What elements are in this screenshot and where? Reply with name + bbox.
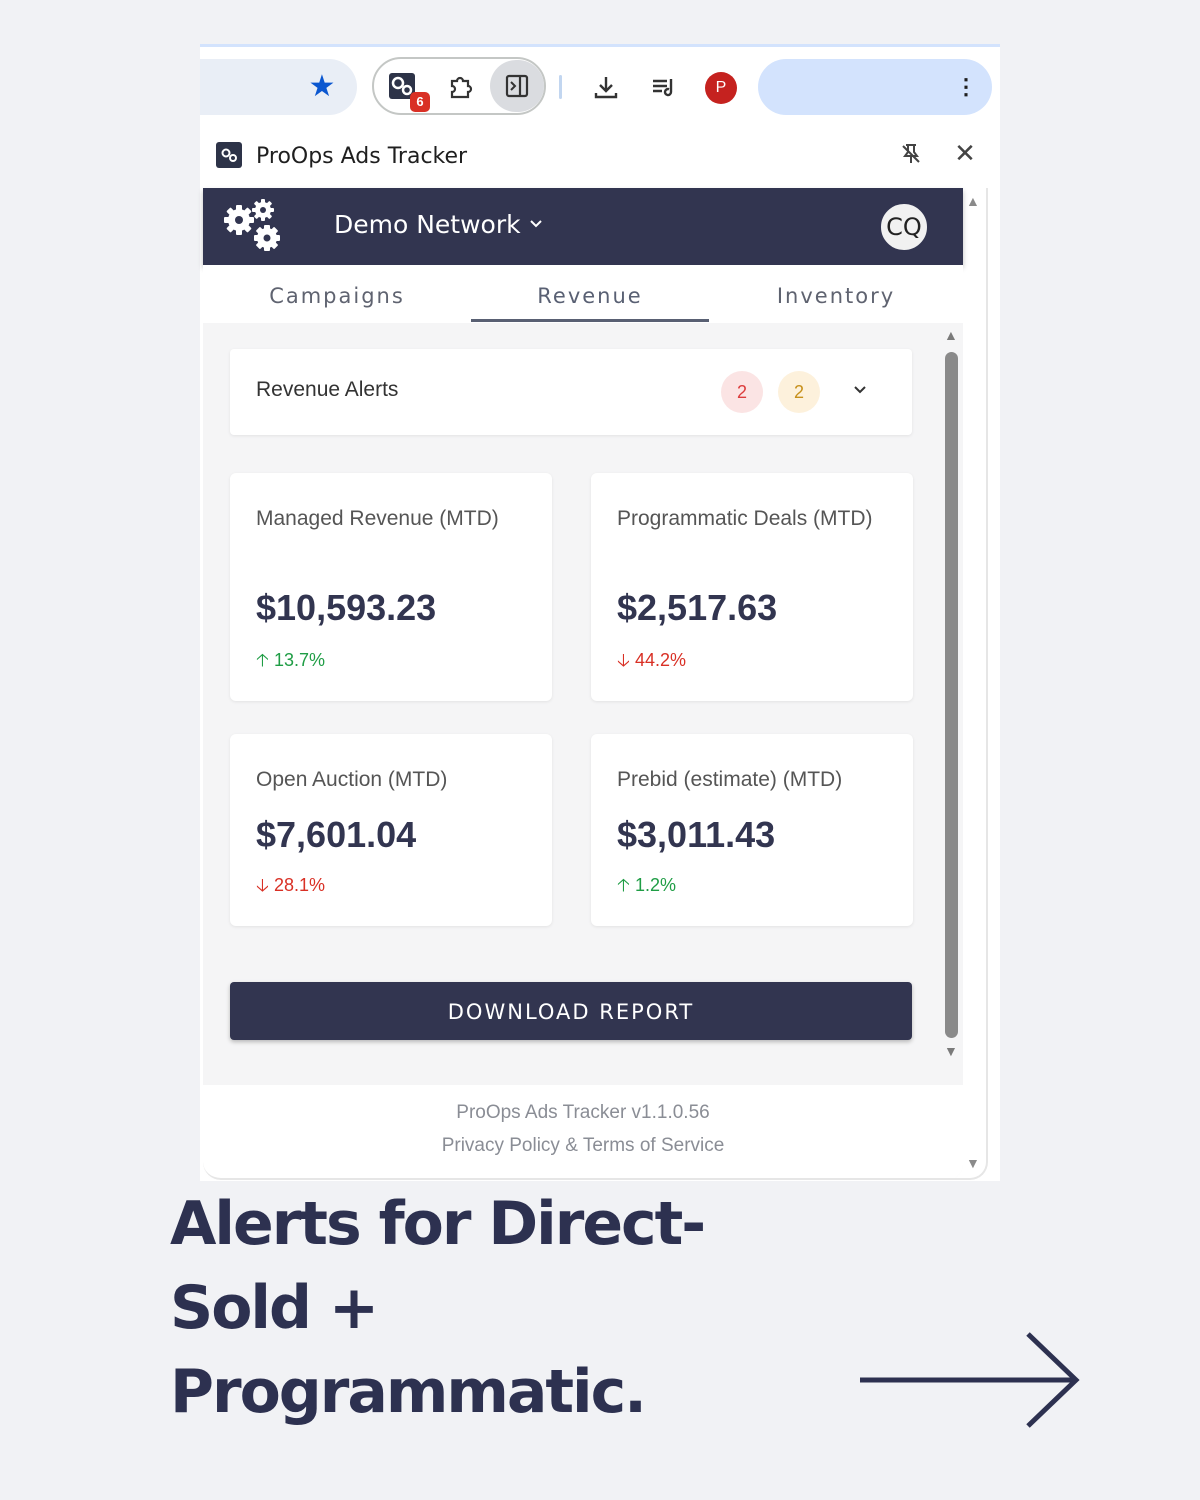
app-footer: ProOps Ads Tracker v1.1.0.56 Privacy Pol… [203, 1085, 963, 1180]
privacy-terms-link[interactable]: Privacy Policy & Terms of Service [203, 1135, 963, 1157]
scroll-up-arrow-icon[interactable]: ▲ [944, 327, 958, 343]
download-report-button[interactable]: DOWNLOAD REPORT [230, 982, 912, 1040]
download-icon[interactable] [586, 67, 626, 107]
warning-alert-badge: 2 [778, 371, 820, 413]
app-header: Demo Network CQ [203, 188, 963, 265]
proops-extension-icon[interactable]: 6 [382, 66, 430, 112]
metric-delta: 🡣 44.2% [617, 648, 686, 678]
metric-card-managed-revenue: Managed Revenue (MTD) $10,593.23 🡡 13.7% [230, 473, 552, 701]
delta-value: 44.2% [634, 650, 686, 670]
panel-scroll-up-arrow-icon[interactable]: ▲ [966, 193, 980, 209]
metric-label: Managed Revenue (MTD) [256, 507, 499, 530]
alerts-title: Revenue Alerts [256, 378, 399, 401]
user-avatar[interactable]: CQ [879, 202, 929, 252]
metric-label: Programmatic Deals (MTD) [617, 507, 873, 530]
metric-label: Prebid (estimate) (MTD) [617, 768, 843, 791]
marketing-caption: Alerts for Direct- Sold + Programmatic. [170, 1182, 810, 1434]
browser-menu-icon[interactable]: ⋮ [954, 75, 978, 99]
unpin-icon[interactable] [898, 142, 924, 168]
chevron-down-icon[interactable] [529, 216, 543, 234]
tab-campaigns[interactable]: Campaigns [223, 265, 451, 323]
puzzle-icon[interactable] [440, 66, 480, 106]
metric-value: $2,517.63 [617, 587, 778, 628]
panel-scroll-down-arrow-icon[interactable]: ▼ [966, 1155, 980, 1171]
browser-window: ★ 6 P ⋮ ProOps Ads Tracker ✕ Demo Networ… [200, 44, 1000, 1181]
bookmark-star-icon[interactable]: ★ [304, 69, 340, 105]
caption-line: Alerts for Direct- [170, 1189, 706, 1259]
profile-chip[interactable]: ⋮ [758, 59, 992, 115]
arrow-down-icon: 🡣 [256, 875, 269, 895]
address-bar[interactable]: ★ [200, 59, 357, 115]
scroll-down-arrow-icon[interactable]: ▼ [944, 1043, 958, 1059]
caption-line: Programmatic. [170, 1357, 647, 1427]
browser-toolbar: ★ 6 P ⋮ [200, 47, 1000, 127]
revenue-content: Revenue Alerts 2 2 Managed Revenue (MTD)… [203, 323, 941, 1065]
extensions-group: 6 [372, 57, 546, 115]
network-selector[interactable]: Demo Network [334, 210, 521, 239]
close-panel-icon[interactable]: ✕ [952, 140, 978, 166]
arrow-right-icon [860, 1332, 1080, 1428]
metric-delta: 🡡 1.2% [617, 873, 676, 903]
expand-chevron-icon[interactable] [850, 377, 870, 405]
version-text: ProOps Ads Tracker v1.1.0.56 [456, 1102, 710, 1123]
gears-logo-icon [224, 199, 280, 251]
metric-label: Open Auction (MTD) [256, 768, 448, 791]
metric-delta: 🡣 28.1% [256, 873, 325, 903]
extension-logo-icon [216, 142, 242, 168]
metric-card-prebid: Prebid (estimate) (MTD) $3,011.43 🡡 1.2% [591, 734, 913, 926]
metric-card-open-auction: Open Auction (MTD) $7,601.04 🡣 28.1% [230, 734, 552, 926]
metric-card-programmatic-deals: Programmatic Deals (MTD) $2,517.63 🡣 44.… [591, 473, 913, 701]
arrow-up-icon: 🡡 [256, 650, 269, 670]
active-tab-indicator [471, 319, 709, 322]
caption-line: Sold + [170, 1273, 379, 1343]
revenue-alerts-panel[interactable]: Revenue Alerts 2 2 [230, 349, 912, 435]
tab-bar: Campaigns Revenue Inventory [203, 265, 963, 323]
critical-alert-badge: 2 [721, 371, 763, 413]
delta-value: 28.1% [273, 875, 325, 895]
metric-value: $10,593.23 [256, 587, 437, 628]
side-panel-icon [505, 74, 529, 98]
media-queue-icon[interactable] [644, 67, 684, 107]
metric-delta: 🡡 13.7% [256, 648, 325, 678]
arrow-up-icon: 🡡 [617, 875, 630, 895]
delta-value: 1.2% [634, 875, 676, 895]
side-panel-toggle-button[interactable] [490, 60, 544, 112]
scroll-thumb[interactable] [945, 352, 958, 1038]
delta-value: 13.7% [273, 650, 325, 670]
metric-value: $3,011.43 [617, 814, 776, 855]
side-panel-header: ProOps Ads Tracker ✕ [200, 134, 1000, 178]
profile-avatar[interactable]: P [705, 72, 737, 104]
tab-inventory[interactable]: Inventory [729, 265, 943, 323]
proops-app: Demo Network CQ Campaigns Revenue Invent… [203, 188, 963, 1180]
content-scrollbar[interactable]: ▲ ▼ [941, 323, 963, 1065]
toolbar-divider [559, 75, 562, 99]
side-panel-title: ProOps Ads Tracker [256, 144, 468, 169]
arrow-down-icon: 🡣 [617, 650, 630, 670]
metric-value: $7,601.04 [256, 814, 417, 855]
tab-revenue[interactable]: Revenue [471, 265, 709, 323]
extension-badge: 6 [410, 92, 430, 112]
